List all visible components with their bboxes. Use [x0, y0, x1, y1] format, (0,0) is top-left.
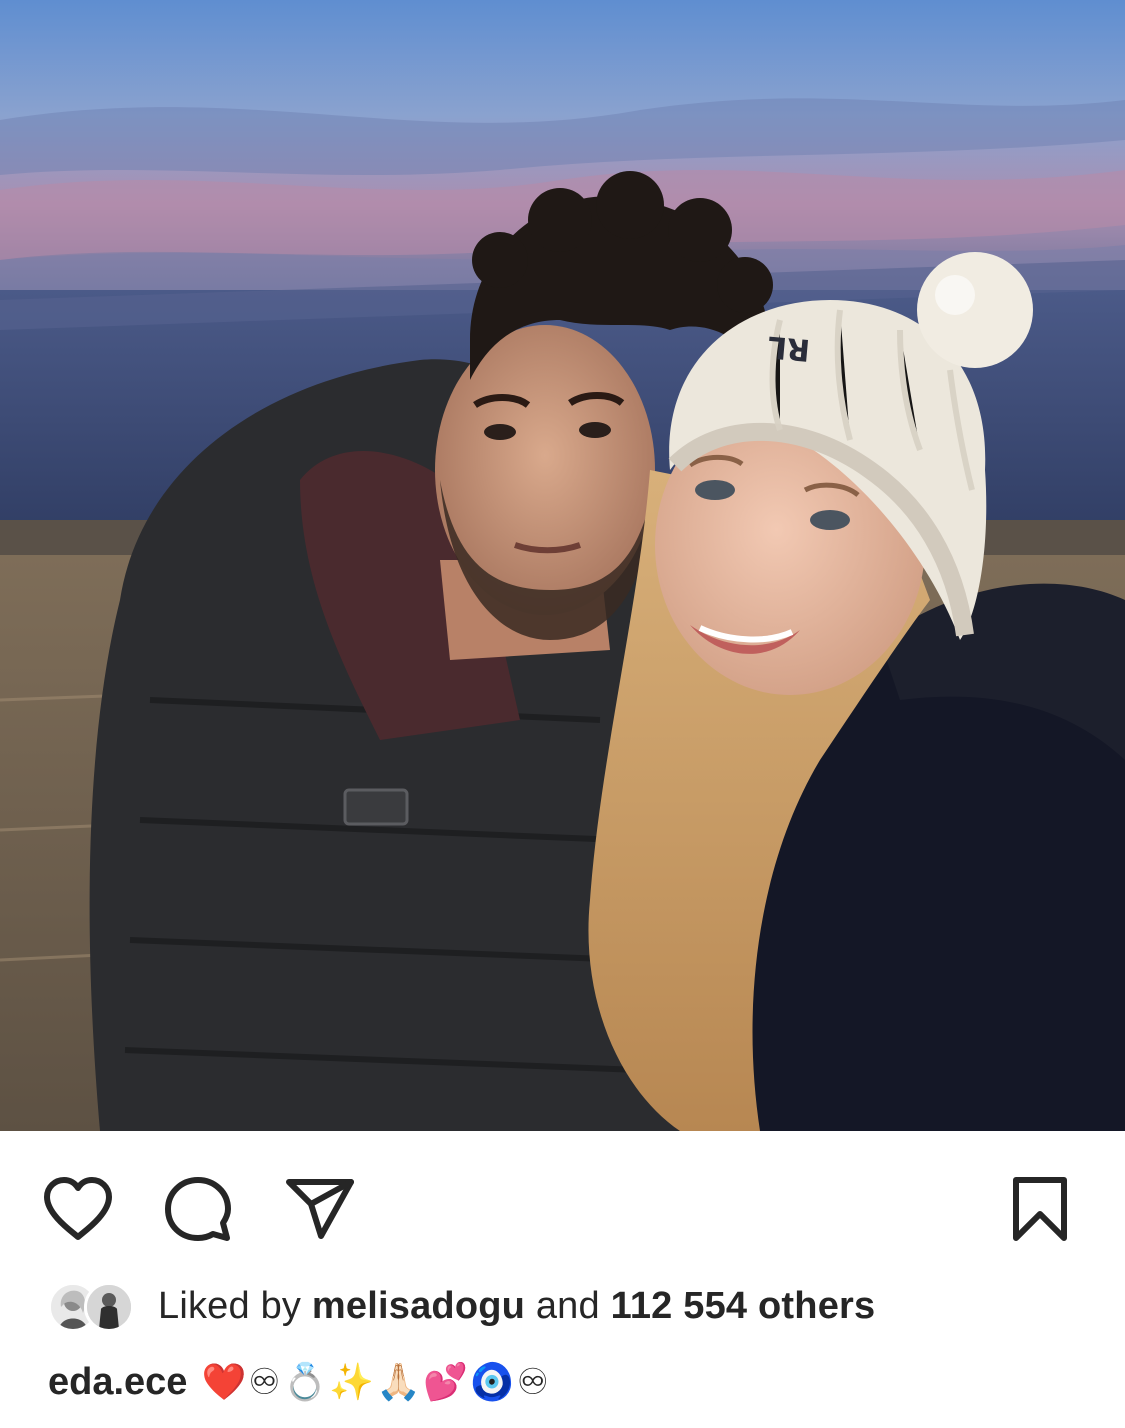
bookmark-icon [1013, 1177, 1067, 1241]
post-caption: eda.ece ❤️♾💍✨🙏🏻💕🧿♾ [48, 1352, 551, 1412]
likes-middle: and [525, 1284, 611, 1327]
post-action-bar [0, 1131, 1125, 1281]
post-photo[interactable]: RL [0, 0, 1125, 1131]
comment-button[interactable] [160, 1171, 236, 1247]
paper-plane-icon [286, 1179, 354, 1239]
comment-bubble-icon [165, 1177, 231, 1241]
caption-username[interactable]: eda.ece [48, 1361, 187, 1404]
caption-text: ❤️♾💍✨🙏🏻💕🧿♾ [201, 1362, 551, 1403]
likes-summary[interactable]: Liked by melisadogu and 112 554 others [48, 1276, 875, 1336]
save-button[interactable] [1002, 1171, 1078, 1247]
liker-avatars [48, 1278, 144, 1334]
avatar [84, 1282, 134, 1332]
likes-prefix: Liked by [158, 1284, 312, 1327]
heart-icon [44, 1177, 112, 1240]
share-button[interactable] [282, 1171, 358, 1247]
post-photo-illustration: RL [0, 0, 1125, 1131]
likes-text: Liked by melisadogu and 112 554 others [158, 1285, 875, 1328]
svg-text:RL: RL [766, 329, 811, 368]
liker-username[interactable]: melisadogu [312, 1285, 525, 1327]
instagram-post: RL Liked by melisadogu and 112 554 other… [0, 0, 1125, 1428]
like-button[interactable] [40, 1171, 116, 1247]
likes-count[interactable]: 112 554 others [611, 1285, 876, 1327]
